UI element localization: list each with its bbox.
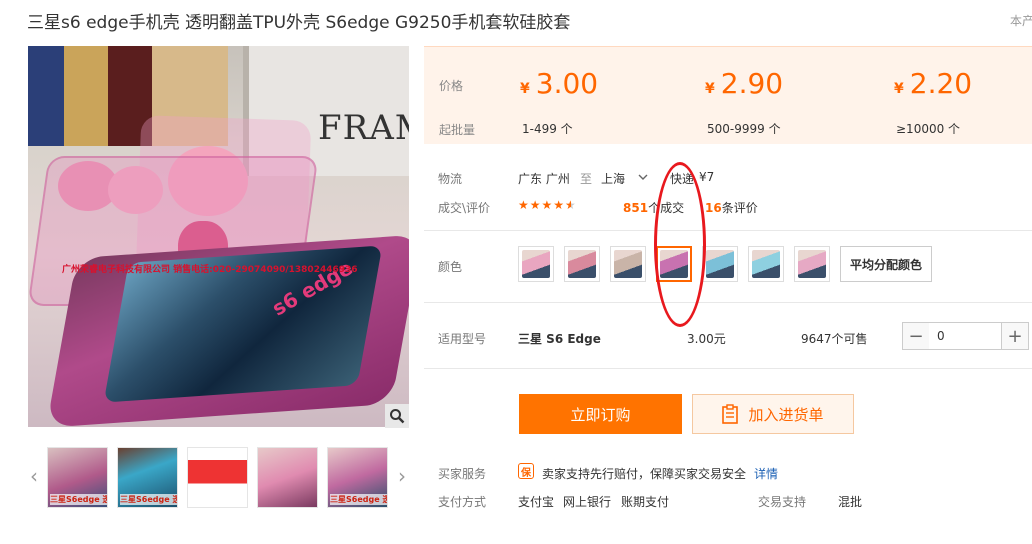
thumbnail-caption: 三星S6edge 透明翻盖 xyxy=(50,494,107,505)
thumbnail-1[interactable]: 三星S6edge 透明翻盖 xyxy=(47,447,108,508)
divider xyxy=(424,230,1032,231)
color-label: 颜色 xyxy=(438,260,463,274)
logistics-label: 物流 xyxy=(438,172,463,186)
swatch-image xyxy=(798,250,826,278)
rating-stars: ★★★★★ xyxy=(518,198,577,212)
main-product-image[interactable]: FRAME s6 edge 广州荣睿电子科技有限公司 销售电话:020-2907… xyxy=(28,46,409,427)
thumb-prev-arrow[interactable]: ‹ xyxy=(27,462,41,490)
thumbnail-3[interactable] xyxy=(187,447,248,508)
service-label: 买家服务 xyxy=(438,467,487,481)
corner-text[interactable]: 本产 xyxy=(1010,12,1032,29)
zoom-button[interactable] xyxy=(385,404,409,428)
quantity-minus-button[interactable]: − xyxy=(902,322,930,350)
service-text: 卖家支持先行赔付，保障买家交易安全 xyxy=(542,467,747,481)
thumbnail-2[interactable]: 三星S6edge 透明翻盖 xyxy=(117,447,178,508)
tier-qty: 1-499 个 xyxy=(522,122,573,136)
divider xyxy=(424,302,1032,303)
add-to-cart-label: 加入进货单 xyxy=(748,405,824,424)
ship-to-city[interactable]: 上海 xyxy=(601,170,625,187)
model-price: 3.00元 xyxy=(687,332,726,346)
moq-label: 起批量 xyxy=(439,123,476,137)
swatch-image xyxy=(568,250,596,278)
price-panel: 价格 起批量 ¥3.00 1-499 个 ¥2.90 500-9999 个 ¥2… xyxy=(424,46,1032,144)
price-label: 价格 xyxy=(439,79,464,93)
add-to-cart-button[interactable]: 加入进货单 xyxy=(692,394,854,434)
buy-now-button[interactable]: 立即订购 xyxy=(519,394,682,434)
payment-label: 支付方式 xyxy=(438,495,487,509)
guarantee-icon: 保 xyxy=(518,463,534,479)
color-swatch[interactable] xyxy=(702,246,738,282)
ship-to-word: 至 xyxy=(580,172,593,186)
thumbnail-4[interactable] xyxy=(257,447,318,508)
magnifier-icon xyxy=(390,409,405,424)
trade-support-value: 混批 xyxy=(838,495,863,509)
deals-label: 成交\评价 xyxy=(438,201,491,215)
shipping-fee: ¥7 xyxy=(699,170,715,184)
model-stock: 9647个可售 xyxy=(801,332,868,346)
swatch-image xyxy=(522,250,550,278)
tier-qty: ≥10000 个 xyxy=(896,122,961,136)
color-swatch[interactable] xyxy=(794,246,830,282)
tier-price: ¥3.00 xyxy=(520,67,599,100)
annotation-ellipse xyxy=(654,162,706,327)
payment-method: 账期支付 xyxy=(621,495,670,509)
color-swatch[interactable] xyxy=(610,246,646,282)
ship-from: 广东 广州 xyxy=(518,172,570,186)
image-watermark: 广州荣睿电子科技有限公司 销售电话:020-29074090/138024469… xyxy=(62,265,358,275)
quantity-input[interactable] xyxy=(929,322,1002,350)
tier-price: ¥2.20 xyxy=(894,67,973,100)
divider xyxy=(424,368,1032,369)
tier-qty: 500-9999 个 xyxy=(707,122,781,136)
color-swatch[interactable] xyxy=(748,246,784,282)
color-swatch[interactable] xyxy=(518,246,554,282)
service-detail-link[interactable]: 详情 xyxy=(754,465,778,482)
review-info[interactable]: 16条评价 xyxy=(705,199,758,216)
product-title: 三星s6 edge手机壳 透明翻盖TPU外壳 S6edge G9250手机套软硅… xyxy=(27,13,571,33)
swatch-image xyxy=(614,250,642,278)
color-swatch[interactable] xyxy=(564,246,600,282)
quantity-plus-button[interactable]: + xyxy=(1001,322,1029,350)
model-label: 适用型号 xyxy=(438,332,487,346)
frame-text: FRAME xyxy=(318,108,409,148)
tier-price: ¥2.90 xyxy=(705,67,784,100)
model-name: 三星 S6 Edge xyxy=(518,332,601,346)
thumb-next-arrow[interactable]: › xyxy=(395,462,409,490)
chevron-down-icon[interactable] xyxy=(638,172,648,182)
clipboard-icon xyxy=(722,404,739,424)
swatch-image xyxy=(706,250,734,278)
thumbnail-caption: 三星S6edge 透明翻盖 xyxy=(120,494,177,505)
payment-method: 支付宝 xyxy=(518,495,555,509)
thumbnail-caption: 三星S6edge 透明翻盖 xyxy=(330,494,387,505)
payment-method: 网上银行 xyxy=(563,495,612,509)
swatch-image xyxy=(752,250,780,278)
thumbnail-5[interactable]: 三星S6edge 透明翻盖 xyxy=(327,447,388,508)
trade-support-label: 交易支持 xyxy=(758,495,807,509)
even-color-button[interactable]: 平均分配颜色 xyxy=(840,246,932,282)
